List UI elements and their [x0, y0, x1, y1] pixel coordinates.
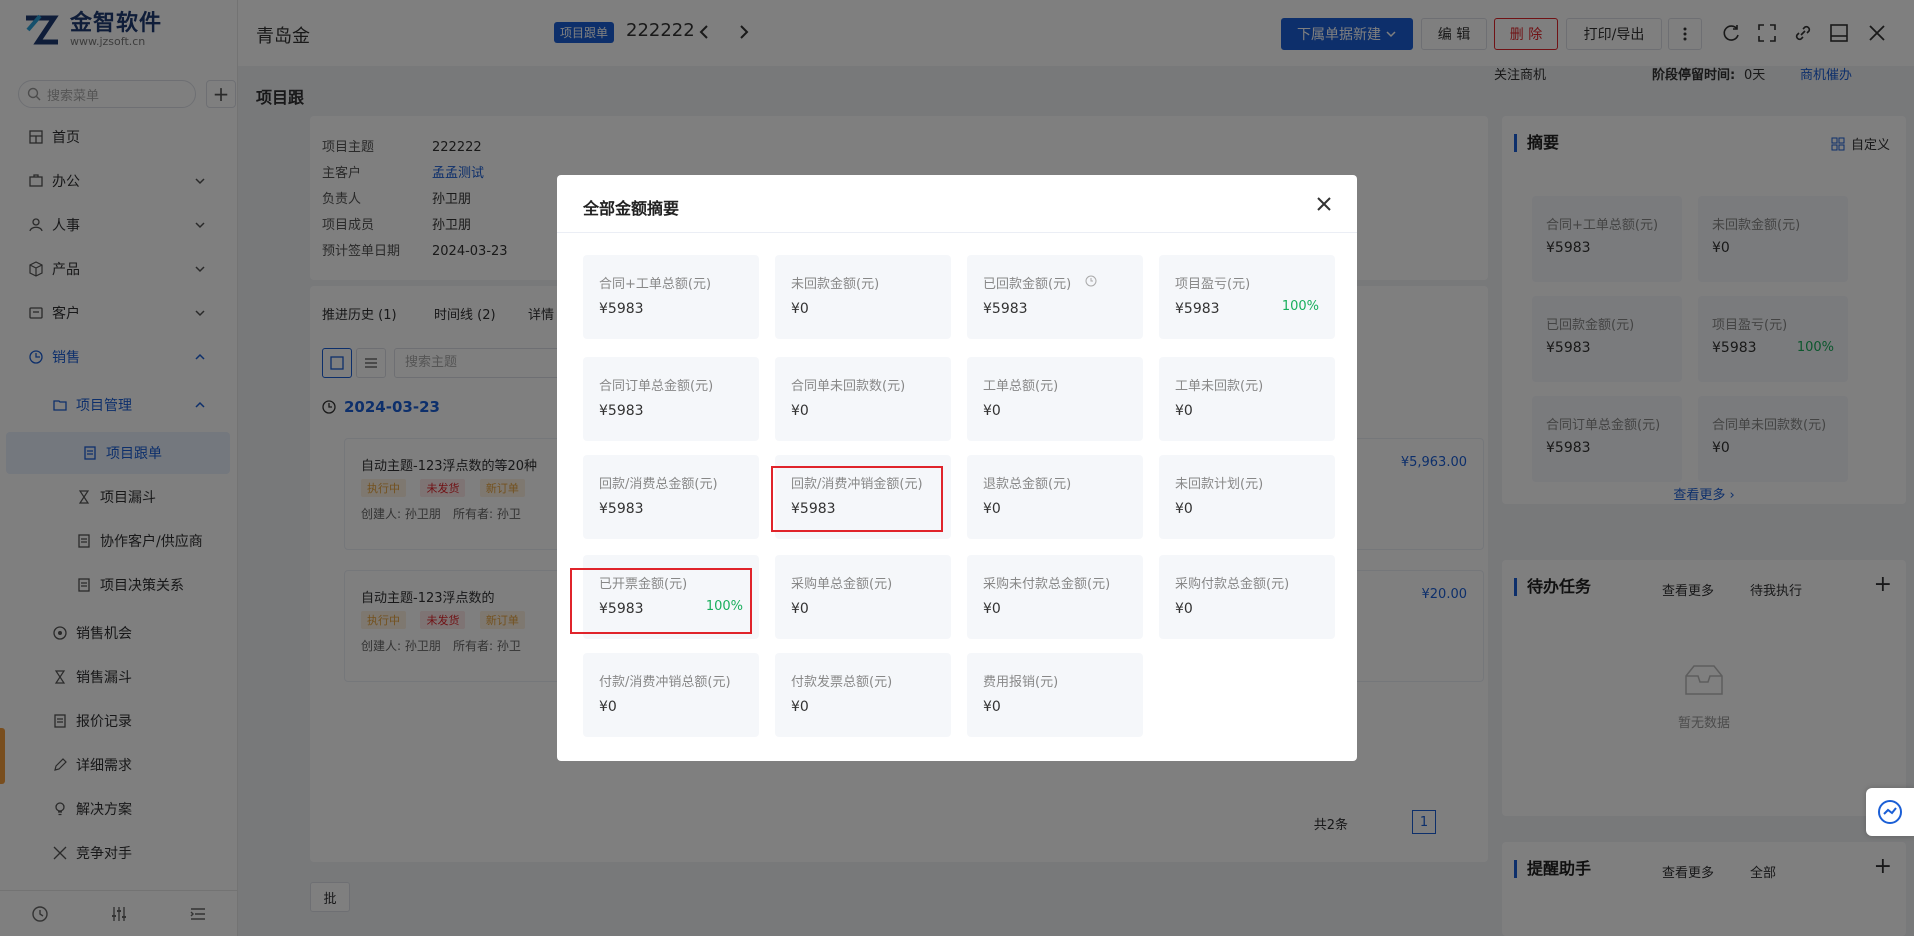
clock-icon: [1085, 275, 1097, 287]
amount-summary-modal: 全部金额摘要 合同+工单总额(元) ¥5983 未回款金额(元) ¥0 已回款金额(…: [557, 175, 1357, 761]
amount-cell: 未回款计划(元) ¥0: [1159, 455, 1335, 539]
close-icon[interactable]: [1311, 191, 1337, 217]
modal-title: 全部金额摘要: [583, 199, 680, 218]
amount-cell: 采购未付款总金额(元) ¥0: [967, 555, 1143, 639]
amount-cell: 合同订单总金额(元) ¥5983: [583, 357, 759, 441]
amount-cell: 退款总金额(元) ¥0: [967, 455, 1143, 539]
amount-cell: 合同+工单总额(元) ¥5983: [583, 255, 759, 339]
assistant-float-button[interactable]: [1866, 788, 1914, 836]
amount-cell: 付款发票总额(元) ¥0: [775, 653, 951, 737]
amount-cell: 回款/消费总金额(元) ¥5983: [583, 455, 759, 539]
amount-cell: 已开票金额(元) ¥5983 100%: [583, 555, 759, 639]
amount-cell: 已回款金额(元) ¥5983: [967, 255, 1143, 339]
modal-header: 全部金额摘要: [557, 175, 1357, 233]
amount-cell: 采购单总金额(元) ¥0: [775, 555, 951, 639]
amount-cell: 未回款金额(元) ¥0: [775, 255, 951, 339]
amount-cell: 回款/消费冲销金额(元) ¥5983: [775, 455, 951, 539]
assistant-icon: [1878, 800, 1902, 824]
amount-cell: 工单总额(元) ¥0: [967, 357, 1143, 441]
amount-cell: 采购付款总金额(元) ¥0: [1159, 555, 1335, 639]
amount-cell: 工单未回款(元) ¥0: [1159, 357, 1335, 441]
amount-cell: 费用报销(元) ¥0: [967, 653, 1143, 737]
amount-cell: 项目盈亏(元) ¥5983 100%: [1159, 255, 1335, 339]
amount-cell: 付款/消费冲销总额(元) ¥0: [583, 653, 759, 737]
amount-cell: 合同单未回款数(元) ¥0: [775, 357, 951, 441]
